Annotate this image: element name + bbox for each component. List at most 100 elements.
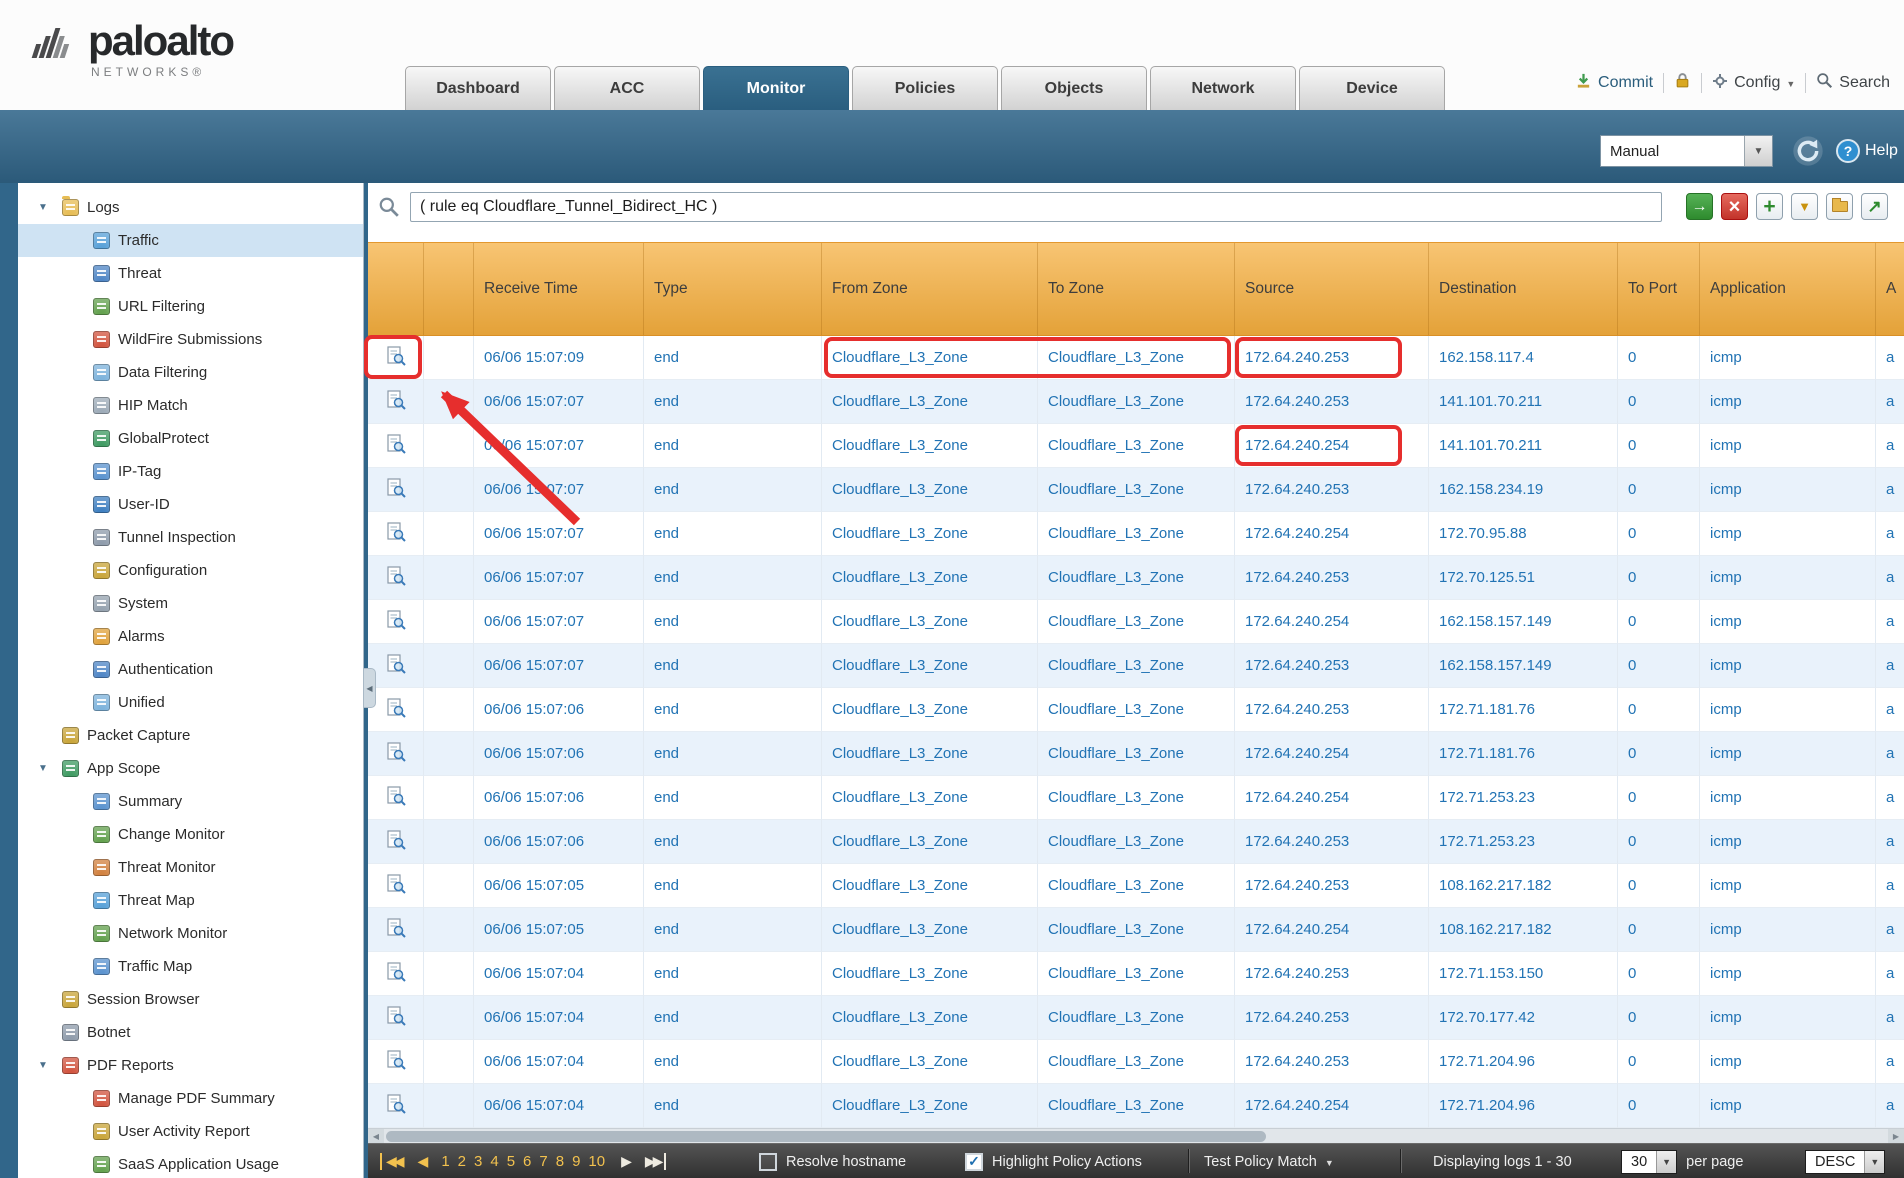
cell-destination[interactable]: 172.71.153.150 <box>1429 952 1618 996</box>
cell-from-zone[interactable]: Cloudflare_L3_Zone <box>822 424 1038 468</box>
cell-source[interactable]: 172.64.240.253 <box>1235 820 1429 864</box>
log-detail-icon[interactable] <box>386 522 406 546</box>
cell-from-zone[interactable]: Cloudflare_L3_Zone <box>822 908 1038 952</box>
sidebar-collapse-handle[interactable] <box>364 668 376 708</box>
cell-action[interactable]: a <box>1876 688 1904 732</box>
cell-to-zone[interactable]: Cloudflare_L3_Zone <box>1038 996 1235 1040</box>
cell-application[interactable]: icmp <box>1700 512 1876 556</box>
cell-type[interactable]: end <box>644 820 822 864</box>
cell-type[interactable]: end <box>644 908 822 952</box>
cell-to-zone[interactable]: Cloudflare_L3_Zone <box>1038 732 1235 776</box>
cell-destination[interactable]: 108.162.217.182 <box>1429 864 1618 908</box>
log-detail-icon[interactable] <box>386 962 406 986</box>
cell-receive-time[interactable]: 06/06 15:07:05 <box>474 908 644 952</box>
chevron-down-icon[interactable] <box>1744 136 1772 166</box>
cell-type[interactable]: end <box>644 864 822 908</box>
cell-destination[interactable]: 172.71.253.23 <box>1429 776 1618 820</box>
next-page-button[interactable] <box>621 1153 629 1170</box>
sidebar-item-session-browser[interactable]: Session Browser <box>18 983 363 1016</box>
sidebar-item-traffic[interactable]: Traffic <box>18 224 363 257</box>
cell-source[interactable]: 172.64.240.254 <box>1235 1084 1429 1128</box>
highlight-policy-actions-checkbox[interactable] <box>965 1153 983 1171</box>
config-menu[interactable]: Config <box>1712 73 1795 94</box>
cell-type[interactable]: end <box>644 688 822 732</box>
cell-destination[interactable]: 172.70.95.88 <box>1429 512 1618 556</box>
cell-from-zone[interactable]: Cloudflare_L3_Zone <box>822 644 1038 688</box>
cell-action[interactable]: a <box>1876 908 1904 952</box>
cell-receive-time[interactable]: 06/06 15:07:04 <box>474 952 644 996</box>
cell-action[interactable]: a <box>1876 996 1904 1040</box>
sidebar-item-tunnel-inspection[interactable]: Tunnel Inspection <box>18 521 363 554</box>
refresh-mode-select[interactable]: Manual <box>1600 135 1773 167</box>
page-number-8[interactable]: 8 <box>556 1153 564 1170</box>
cell-to-port[interactable]: 0 <box>1618 776 1700 820</box>
cell-source[interactable]: 172.64.240.253 <box>1235 380 1429 424</box>
log-detail-cell[interactable] <box>368 864 424 908</box>
cell-application[interactable]: icmp <box>1700 1040 1876 1084</box>
log-detail-cell[interactable] <box>368 908 424 952</box>
cell-receive-time[interactable]: 06/06 15:07:07 <box>474 644 644 688</box>
cell-to-port[interactable]: 0 <box>1618 1040 1700 1084</box>
cell-destination[interactable]: 172.71.204.96 <box>1429 1040 1618 1084</box>
cell-source[interactable]: 172.64.240.253 <box>1235 336 1429 380</box>
cell-application[interactable]: icmp <box>1700 908 1876 952</box>
sidebar-item-ip-tag[interactable]: IP-Tag <box>18 455 363 488</box>
clear-filter-button[interactable] <box>1721 193 1748 220</box>
log-detail-cell[interactable] <box>368 776 424 820</box>
chevron-down-icon[interactable] <box>1864 1151 1884 1173</box>
log-detail-icon[interactable] <box>386 1050 406 1074</box>
cell-type[interactable]: end <box>644 468 822 512</box>
cell-action[interactable]: a <box>1876 732 1904 776</box>
cell-receive-time[interactable]: 06/06 15:07:09 <box>474 336 644 380</box>
sidebar-item-change-monitor[interactable]: Change Monitor <box>18 818 363 851</box>
cell-action[interactable]: a <box>1876 864 1904 908</box>
sidebar-item-botnet[interactable]: Botnet <box>18 1016 363 1049</box>
cell-from-zone[interactable]: Cloudflare_L3_Zone <box>822 732 1038 776</box>
column-header-detail[interactable] <box>368 243 424 335</box>
cell-to-port[interactable]: 0 <box>1618 908 1700 952</box>
cell-from-zone[interactable]: Cloudflare_L3_Zone <box>822 600 1038 644</box>
cell-to-port[interactable]: 0 <box>1618 644 1700 688</box>
cell-action[interactable]: a <box>1876 820 1904 864</box>
cell-to-zone[interactable]: Cloudflare_L3_Zone <box>1038 512 1235 556</box>
cell-receive-time[interactable]: 06/06 15:07:07 <box>474 512 644 556</box>
cell-source[interactable]: 172.64.240.254 <box>1235 600 1429 644</box>
cell-application[interactable]: icmp <box>1700 820 1876 864</box>
log-detail-cell[interactable] <box>368 380 424 424</box>
cell-to-zone[interactable]: Cloudflare_L3_Zone <box>1038 688 1235 732</box>
cell-receive-time[interactable]: 06/06 15:07:07 <box>474 380 644 424</box>
table-row[interactable]: 06/06 15:07:07 end Cloudflare_L3_Zone Cl… <box>368 644 1904 688</box>
cell-destination[interactable]: 172.70.177.42 <box>1429 996 1618 1040</box>
commit-button[interactable]: Commit <box>1575 72 1653 94</box>
cell-from-zone[interactable]: Cloudflare_L3_Zone <box>822 468 1038 512</box>
page-number-3[interactable]: 3 <box>474 1153 482 1170</box>
log-detail-icon[interactable] <box>386 874 406 898</box>
cell-to-zone[interactable]: Cloudflare_L3_Zone <box>1038 600 1235 644</box>
cell-source[interactable]: 172.64.240.253 <box>1235 864 1429 908</box>
log-detail-icon[interactable] <box>386 742 406 766</box>
cell-source[interactable]: 172.64.240.254 <box>1235 512 1429 556</box>
table-row[interactable]: 06/06 15:07:07 end Cloudflare_L3_Zone Cl… <box>368 468 1904 512</box>
cell-type[interactable]: end <box>644 512 822 556</box>
cell-application[interactable]: icmp <box>1700 776 1876 820</box>
scroll-left-icon[interactable] <box>368 1129 384 1143</box>
cell-receive-time[interactable]: 06/06 15:07:07 <box>474 468 644 512</box>
cell-to-zone[interactable]: Cloudflare_L3_Zone <box>1038 908 1235 952</box>
log-detail-cell[interactable] <box>368 424 424 468</box>
cell-to-port[interactable]: 0 <box>1618 688 1700 732</box>
sidebar-item-system[interactable]: System <box>18 587 363 620</box>
search-button[interactable]: Search <box>1816 72 1890 94</box>
cell-receive-time[interactable]: 06/06 15:07:06 <box>474 732 644 776</box>
cell-receive-time[interactable]: 06/06 15:07:07 <box>474 556 644 600</box>
last-page-button[interactable] <box>645 1153 667 1170</box>
column-header-destination[interactable]: Destination <box>1429 243 1618 335</box>
cell-destination[interactable]: 162.158.157.149 <box>1429 600 1618 644</box>
cell-to-port[interactable]: 0 <box>1618 996 1700 1040</box>
cell-to-zone[interactable]: Cloudflare_L3_Zone <box>1038 820 1235 864</box>
sidebar-item-unified[interactable]: Unified <box>18 686 363 719</box>
sidebar-item-globalprotect[interactable]: GlobalProtect <box>18 422 363 455</box>
sidebar-item-url-filtering[interactable]: URL Filtering <box>18 290 363 323</box>
sort-order-select[interactable]: DESC <box>1805 1150 1885 1174</box>
cell-source[interactable]: 172.64.240.254 <box>1235 424 1429 468</box>
sidebar-item-wildfire-submissions[interactable]: WildFire Submissions <box>18 323 363 356</box>
